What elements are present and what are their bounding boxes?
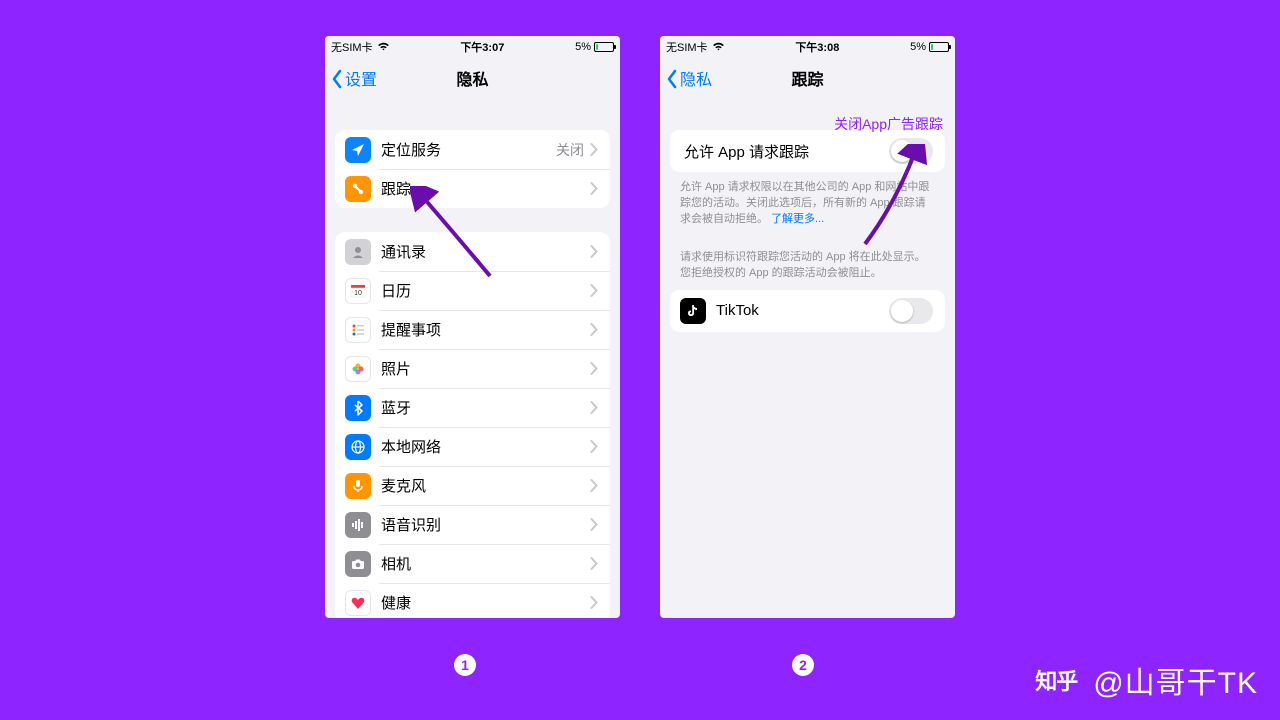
footer-text-1: 允许 App 请求权限以在其他公司的 App 和网站中跟踪您的活动。关闭此选项后… — [660, 180, 955, 236]
chevron-right-icon — [590, 245, 598, 258]
speech-icon — [345, 512, 371, 538]
row-label: 定位服务 — [381, 139, 556, 160]
chevron-left-icon — [666, 69, 678, 87]
status-bar: 无SIM卡 下午3:07 5% — [325, 36, 620, 56]
row-bluetooth[interactable]: 蓝牙 — [335, 388, 610, 427]
wifi-icon — [377, 42, 390, 52]
photos-icon — [345, 356, 371, 382]
status-bar: 无SIM卡 下午3:08 5% — [660, 36, 955, 56]
row-location-services[interactable]: 定位服务 关闭 — [335, 130, 610, 169]
back-button[interactable]: 设置 — [331, 66, 377, 90]
row-label: 允许 App 请求跟踪 — [684, 141, 889, 162]
chevron-right-icon — [590, 182, 598, 195]
nav-bar: 设置 隐私 — [325, 56, 620, 100]
row-label: 麦克风 — [381, 475, 590, 496]
step-badge-2: 2 — [792, 654, 814, 676]
row-label: 健康 — [381, 592, 590, 613]
row-health[interactable]: 健康 — [335, 583, 610, 618]
back-button[interactable]: 隐私 — [666, 66, 712, 90]
chevron-right-icon — [590, 557, 598, 570]
chevron-right-icon — [590, 401, 598, 414]
page-title: 跟踪 — [791, 66, 823, 90]
chevron-right-icon — [590, 479, 598, 492]
microphone-icon — [345, 473, 371, 499]
row-camera[interactable]: 相机 — [335, 544, 610, 583]
row-label: 提醒事项 — [381, 319, 590, 340]
settings-group-1: 定位服务 关闭 跟踪 — [335, 130, 610, 208]
apps-group: TikTok — [670, 290, 945, 332]
svg-text:10: 10 — [354, 290, 362, 297]
battery-percent: 5% — [575, 41, 591, 53]
phone-screenshot-2: 无SIM卡 下午3:08 5% 隐私 跟踪 关闭App广告跟踪 — [660, 36, 955, 618]
row-microphone[interactable]: 麦克风 — [335, 466, 610, 505]
carrier-text: 无SIM卡 — [331, 39, 373, 55]
carrier-text: 无SIM卡 — [666, 39, 708, 55]
health-icon — [345, 590, 371, 616]
chevron-left-icon — [331, 69, 343, 87]
learn-more-link[interactable]: 了解更多... — [771, 213, 824, 225]
chevron-right-icon — [590, 518, 598, 531]
reminders-icon — [345, 317, 371, 343]
chevron-right-icon — [590, 362, 598, 375]
nav-bar: 隐私 跟踪 — [660, 56, 955, 100]
battery-icon — [929, 42, 949, 52]
footer-text-2: 请求使用标识符跟踪您活动的 App 将在此处显示。您拒绝授权的 App 的跟踪活… — [660, 250, 955, 290]
row-label: 语音识别 — [381, 514, 590, 535]
battery-percent: 5% — [910, 41, 926, 53]
calendar-icon: 10 — [345, 278, 371, 304]
settings-content: 允许 App 请求跟踪 允许 App 请求权限以在其他公司的 App 和网站中跟… — [660, 100, 955, 618]
phone-screenshot-1: 无SIM卡 下午3:07 5% 设置 隐私 — [325, 36, 620, 618]
settings-group-2: 通讯录 10 日历 提醒事项 — [335, 232, 610, 618]
camera-icon — [345, 551, 371, 577]
chevron-right-icon — [590, 143, 598, 156]
battery-icon — [594, 42, 614, 52]
tracking-icon — [345, 176, 371, 202]
row-label: 跟踪 — [381, 178, 590, 199]
toggle-switch[interactable] — [889, 298, 933, 324]
row-local-network[interactable]: 本地网络 — [335, 427, 610, 466]
chevron-right-icon — [590, 440, 598, 453]
row-calendar[interactable]: 10 日历 — [335, 271, 610, 310]
watermark-handle: @山哥干TK — [1093, 658, 1258, 702]
page-title: 隐私 — [456, 66, 488, 90]
status-time: 下午3:07 — [460, 39, 504, 55]
contacts-icon — [345, 239, 371, 265]
chevron-right-icon — [590, 284, 598, 297]
toggle-switch[interactable] — [889, 138, 933, 164]
row-label: 蓝牙 — [381, 397, 590, 418]
watermark: 知乎 @山哥干TK — [1029, 658, 1258, 702]
row-label: 照片 — [381, 358, 590, 379]
step-badge-1: 1 — [454, 654, 476, 676]
settings-content: 定位服务 关闭 跟踪 通讯录 — [325, 100, 620, 618]
zhihu-logo-icon: 知乎 — [1029, 665, 1083, 695]
row-photos[interactable]: 照片 — [335, 349, 610, 388]
row-label: 通讯录 — [381, 241, 590, 262]
back-label: 设置 — [345, 66, 377, 90]
row-detail: 关闭 — [556, 140, 584, 160]
status-time: 下午3:08 — [795, 39, 839, 55]
back-label: 隐私 — [680, 66, 712, 90]
row-label: TikTok — [716, 302, 889, 319]
tiktok-icon — [680, 298, 706, 324]
wifi-icon — [712, 42, 725, 52]
row-label: 相机 — [381, 553, 590, 574]
location-icon — [345, 137, 371, 163]
row-reminders[interactable]: 提醒事项 — [335, 310, 610, 349]
chevron-right-icon — [590, 323, 598, 336]
row-speech[interactable]: 语音识别 — [335, 505, 610, 544]
row-contacts[interactable]: 通讯录 — [335, 232, 610, 271]
row-tiktok[interactable]: TikTok — [670, 290, 945, 332]
row-label: 本地网络 — [381, 436, 590, 457]
bluetooth-icon — [345, 395, 371, 421]
row-allow-tracking[interactable]: 允许 App 请求跟踪 — [670, 130, 945, 172]
row-label: 日历 — [381, 280, 590, 301]
chevron-right-icon — [590, 596, 598, 609]
row-tracking[interactable]: 跟踪 — [335, 169, 610, 208]
tracking-toggle-group: 允许 App 请求跟踪 — [670, 130, 945, 172]
localnetwork-icon — [345, 434, 371, 460]
